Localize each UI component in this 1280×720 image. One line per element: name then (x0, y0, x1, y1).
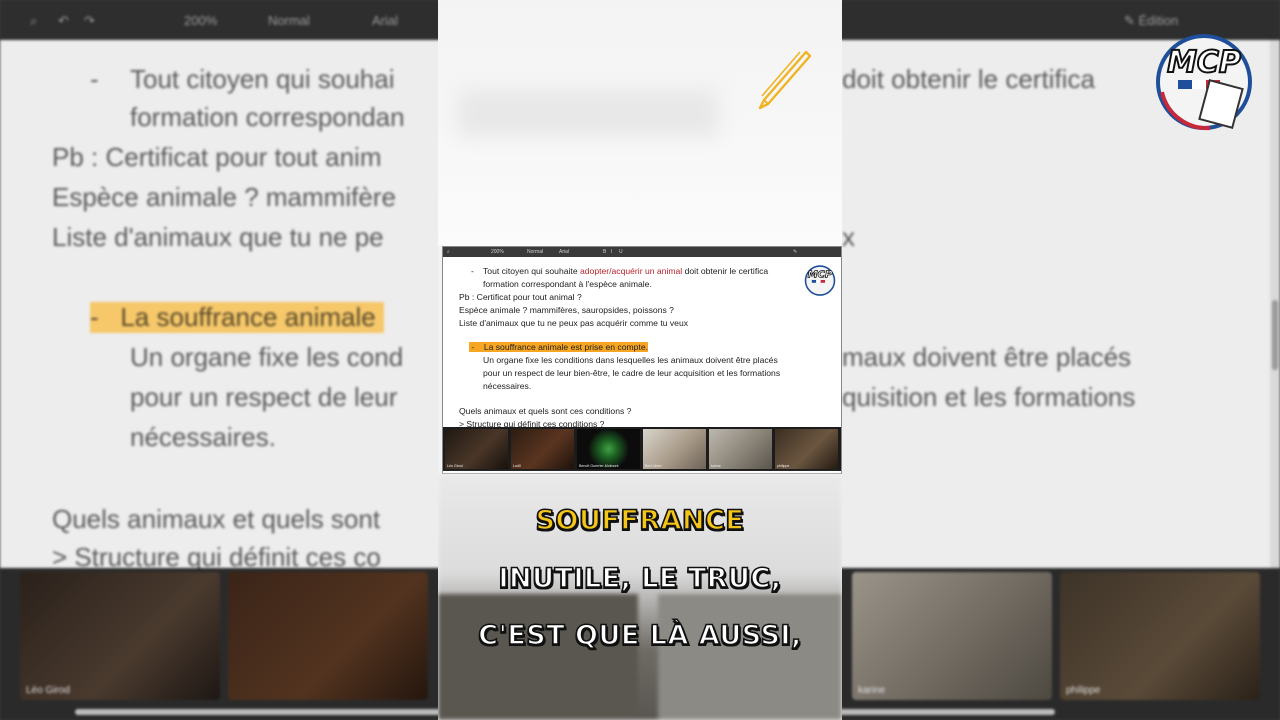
search-icon[interactable]: ⌕ (447, 249, 450, 255)
participant-tile[interactable]: philippe (775, 429, 838, 469)
caption-line-3: C'EST QUE LÀ AUSSI, (477, 619, 802, 652)
video-tile[interactable]: Léo Girod (20, 572, 220, 700)
caption-line-1: SOUFFRANCE (535, 504, 745, 537)
style-select[interactable]: Normal (527, 249, 543, 255)
font-select[interactable]: Arial (372, 13, 398, 28)
participant-tile[interactable]: Lud0 (511, 429, 574, 469)
doc-bullet-1: Tout citoyen qui souhaite adopter/acquér… (483, 266, 769, 276)
participant-tile[interactable]: karine (709, 429, 772, 469)
svg-text:MCP: MCP (808, 269, 833, 280)
mcp-logo-small: MCP (804, 265, 836, 296)
style-select[interactable]: Normal (268, 13, 310, 28)
redo-icon: ↷ (84, 13, 95, 28)
screen-share: ⌕ 200% Normal Arial B I U ✎ - Tout citoy… (442, 246, 842, 474)
video-tile[interactable]: philippe (1060, 572, 1260, 700)
search-icon: ⌕ (30, 13, 38, 28)
background-scrollbar[interactable] (1270, 40, 1280, 570)
column-top-blur (438, 0, 842, 246)
zoom-select[interactable]: 200% (184, 13, 217, 28)
video-tile[interactable]: karine (852, 572, 1052, 700)
zoom-select[interactable]: 200% (491, 249, 504, 255)
participant-tile[interactable]: Bert Libert (643, 429, 706, 469)
undo-icon: ↶ (58, 13, 69, 28)
edit-mode-button[interactable]: ✎ (793, 249, 797, 255)
caption-line-2: INUTILE, LE TRUC, (498, 562, 782, 595)
editor-toolbar: ⌕ 200% Normal Arial B I U ✎ (443, 247, 841, 257)
participant-tile[interactable]: Benoît Guerrier-Molmont (577, 429, 640, 469)
video-tile[interactable] (228, 572, 428, 700)
underline-icon[interactable]: U (619, 249, 623, 255)
document-body: - Tout citoyen qui souhaite adopter/acqu… (443, 257, 841, 429)
vertical-video-column: ⌕ 200% Normal Arial B I U ✎ - Tout citoy… (438, 0, 842, 720)
participant-tile[interactable]: Léo Girod (445, 429, 508, 469)
mcp-logo: MCP (1156, 34, 1252, 131)
font-select[interactable]: Arial (559, 249, 569, 255)
svg-text:MCP: MCP (1167, 45, 1241, 80)
italic-icon[interactable]: I (611, 249, 612, 255)
doc-highlight-line: - La souffrance animale est prise en com… (469, 342, 648, 352)
participants-strip: Léo Girod Lud0 Benoît Guerrier-Molmont B… (443, 427, 841, 471)
pencil-icon (758, 50, 812, 110)
bold-icon[interactable]: B (603, 249, 606, 255)
